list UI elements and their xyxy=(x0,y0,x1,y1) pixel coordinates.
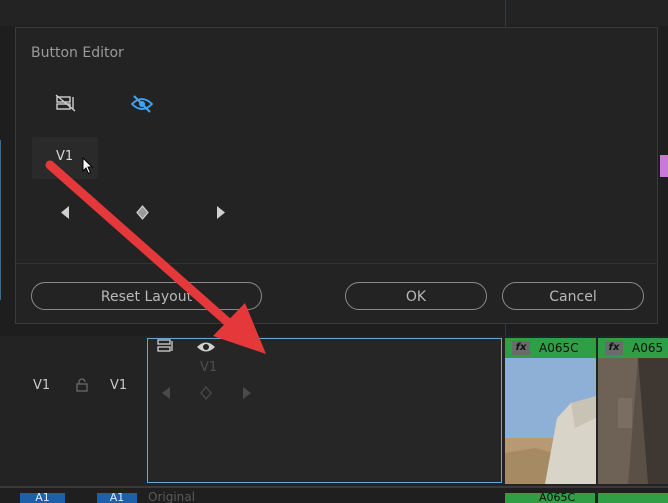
ok-button[interactable]: OK xyxy=(345,282,487,310)
fx-badge-icon: fx xyxy=(605,341,623,355)
pink-clip-sliver xyxy=(660,155,668,177)
add-remove-keyframe-icon[interactable] xyxy=(136,205,149,220)
clip-name: A065C xyxy=(539,341,579,355)
prev-keyframe-icon[interactable] xyxy=(161,386,171,400)
toggle-sync-lock-icon[interactable] xyxy=(55,94,77,112)
clip-name: A065C xyxy=(539,493,576,503)
track-name-v1[interactable]: V1 xyxy=(33,378,50,393)
clip-header: fx A065C xyxy=(505,338,596,358)
clip-thumbnail xyxy=(598,358,668,484)
cancel-button[interactable]: Cancel xyxy=(502,282,644,310)
audio-source-a1[interactable]: A1 xyxy=(20,493,65,503)
mouse-cursor-icon xyxy=(82,157,94,175)
timeline-left-guide xyxy=(0,140,1,300)
clip-thumbnail xyxy=(505,358,596,484)
lock-icon[interactable] xyxy=(76,378,88,392)
audio-track-original-label: Original xyxy=(148,491,195,503)
next-keyframe-icon[interactable] xyxy=(242,386,252,400)
clip-a065-2[interactable]: fx A065 xyxy=(598,338,668,484)
audio-clip-2[interactable] xyxy=(598,493,668,503)
track-name-button-label: V1 xyxy=(56,149,74,164)
reset-layout-button[interactable]: Reset Layout xyxy=(31,282,262,310)
clip-name: A065 xyxy=(632,341,664,355)
track-target-v1[interactable]: V1 xyxy=(110,378,127,393)
track-preview-label: V1 xyxy=(200,360,218,375)
dialog-divider xyxy=(15,263,658,264)
sync-lock-icon[interactable] xyxy=(157,339,175,353)
audio-target-a1[interactable]: A1 xyxy=(97,493,137,503)
eye-icon[interactable] xyxy=(196,340,216,354)
clip-header: fx A065 xyxy=(598,338,668,358)
add-keyframe-icon[interactable] xyxy=(200,386,212,400)
toggle-track-output-icon[interactable] xyxy=(131,95,153,113)
clip-a065c-1[interactable]: fx A065C xyxy=(505,338,596,484)
audio-clip-1[interactable]: A065C xyxy=(505,493,595,503)
button-editor-dialog xyxy=(15,27,658,324)
timeline-top-strip xyxy=(0,0,668,26)
go-to-previous-keyframe-icon[interactable] xyxy=(60,205,70,220)
go-to-next-keyframe-icon[interactable] xyxy=(216,205,226,220)
dialog-title: Button Editor xyxy=(31,45,124,61)
fx-badge-icon: fx xyxy=(512,341,530,355)
